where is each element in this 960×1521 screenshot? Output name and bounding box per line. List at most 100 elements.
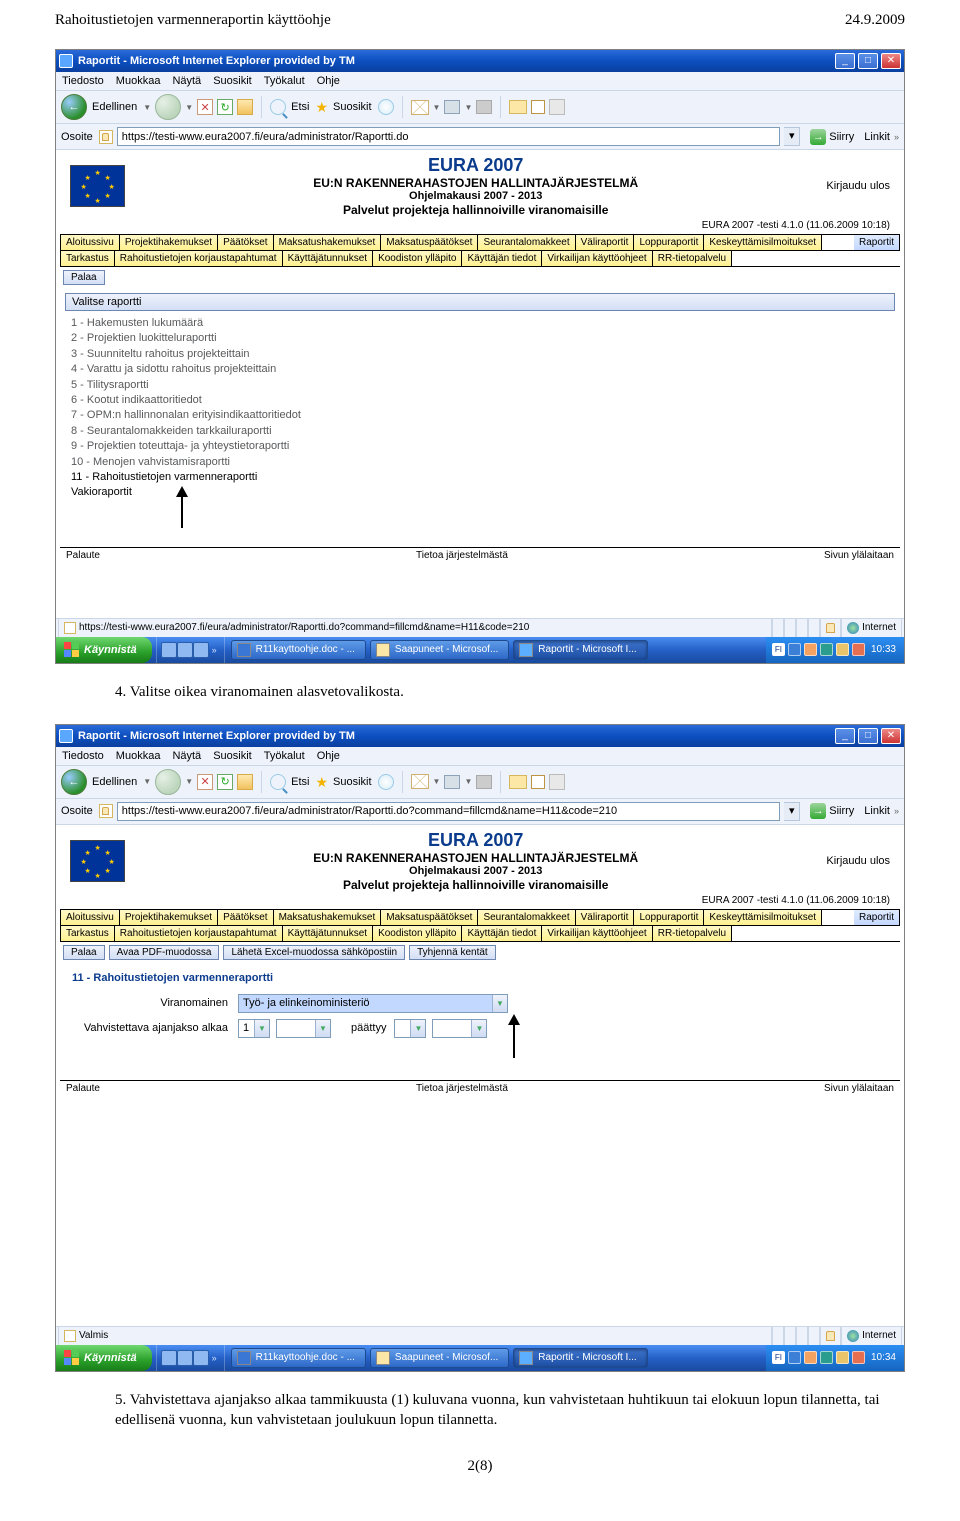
taskbar-button[interactable]: R11kayttoohje.doc - ... [231, 640, 366, 660]
list-item[interactable]: 7 - OPM:n hallinnonalan erityisindikaatt… [71, 408, 895, 423]
menu-item[interactable]: Työkalut [264, 750, 305, 762]
menu-item[interactable]: Muokkaa [116, 750, 161, 762]
clear-fields-button[interactable]: Tyhjennä kentät [409, 945, 496, 960]
minimize-button[interactable]: _ [835, 53, 855, 69]
quicklaunch-icon[interactable] [193, 1350, 209, 1366]
back-dropdown[interactable]: ▼ [143, 777, 151, 786]
tab[interactable]: Keskeyttämisilmoitukset [704, 235, 822, 250]
print-dropdown[interactable]: ▼ [464, 777, 472, 786]
edit-icon[interactable] [476, 100, 492, 114]
notes-icon[interactable] [531, 775, 545, 789]
year-end-select[interactable]: ▼ [432, 1019, 487, 1038]
refresh-icon[interactable]: ↻ [217, 99, 233, 115]
clock[interactable]: 10:33 [871, 644, 896, 655]
tray-icon[interactable] [852, 1351, 865, 1364]
favorites-icon[interactable]: ★ [315, 100, 328, 114]
footer-link[interactable]: Sivun ylälaitaan [824, 550, 894, 561]
menu-item[interactable]: Ohje [317, 750, 340, 762]
tab-active[interactable]: Raportit [854, 910, 900, 925]
mail-icon[interactable] [411, 774, 429, 789]
menu-item[interactable]: Työkalut [264, 75, 305, 87]
misc-icon[interactable] [549, 99, 565, 115]
menu-item[interactable]: Suosikit [213, 75, 252, 87]
mail-icon[interactable] [411, 100, 429, 115]
history-icon[interactable] [378, 774, 394, 790]
tab[interactable]: Aloitussivu [60, 910, 120, 925]
list-item-current[interactable]: 11 - Rahoitustietojen varmenneraportti [71, 470, 895, 485]
tab[interactable]: Maksatushakemukset [274, 910, 382, 925]
back-link[interactable]: Palaa [63, 945, 105, 960]
tab[interactable]: Maksatuspäätökset [381, 910, 478, 925]
print-icon[interactable] [444, 100, 460, 114]
favorites-label[interactable]: Suosikit [333, 101, 372, 113]
stop-icon[interactable]: ✕ [197, 99, 213, 115]
quicklaunch-icon[interactable] [177, 642, 193, 658]
menu-item[interactable]: Näytä [172, 75, 201, 87]
list-item[interactable]: 3 - Suunniteltu rahoitus projekteittain [71, 347, 895, 362]
tab[interactable]: Loppuraportit [634, 910, 704, 925]
edit-icon[interactable] [476, 775, 492, 789]
links-label[interactable]: Linkit [864, 131, 890, 143]
list-item[interactable]: 10 - Menojen vahvistamisraportti [71, 455, 895, 470]
forward-dropdown[interactable]: ▼ [185, 103, 193, 112]
search-label[interactable]: Etsi [291, 776, 309, 788]
footer-link[interactable]: Palaute [66, 1083, 100, 1094]
tab[interactable]: Käyttäjän tiedot [462, 251, 542, 266]
print-icon[interactable] [444, 775, 460, 789]
menu-item[interactable]: Tiedosto [62, 750, 104, 762]
tab[interactable]: Projektihakemukset [120, 910, 218, 925]
vakio-link[interactable]: Vakioraportit [71, 485, 895, 500]
menu-item[interactable]: Tiedosto [62, 75, 104, 87]
start-button[interactable]: Käynnistä [56, 637, 152, 663]
tab[interactable]: Seurantalomakkeet [478, 235, 575, 250]
favorites-label[interactable]: Suosikit [333, 776, 372, 788]
maximize-button[interactable]: □ [858, 728, 878, 744]
tab[interactable]: Koodiston ylläpito [373, 251, 462, 266]
tab[interactable]: Väliraportit [576, 235, 635, 250]
tab[interactable]: RR-tietopalvelu [653, 251, 732, 266]
quicklaunch-icon[interactable] [193, 642, 209, 658]
home-icon[interactable] [237, 99, 253, 115]
quicklaunch-icon[interactable] [161, 642, 177, 658]
tray-icon[interactable] [836, 1351, 849, 1364]
tray-icon[interactable] [836, 643, 849, 656]
logout-link[interactable]: Kirjaudu ulos [826, 855, 890, 867]
home-icon[interactable] [237, 774, 253, 790]
folder-icon[interactable] [509, 775, 527, 789]
favorites-icon[interactable]: ★ [315, 775, 328, 789]
tray-icon[interactable] [820, 643, 833, 656]
menu-item[interactable]: Suosikit [213, 750, 252, 762]
go-label[interactable]: Siirry [829, 805, 854, 817]
tray-icon[interactable] [804, 643, 817, 656]
list-item[interactable]: 9 - Projektien toteuttaja- ja yhteystiet… [71, 439, 895, 454]
send-excel-button[interactable]: Lähetä Excel-muodossa sähköpostiin [223, 945, 405, 960]
address-dropdown[interactable]: ▾ [784, 802, 800, 821]
mail-dropdown[interactable]: ▼ [433, 103, 441, 112]
back-button[interactable]: ← [61, 769, 87, 795]
tab[interactable]: Virkailijan käyttöohjeet [542, 926, 652, 941]
search-icon[interactable] [270, 774, 286, 790]
tray-icon[interactable] [820, 1351, 833, 1364]
tab[interactable]: Tarkastus [60, 926, 115, 941]
tab-active[interactable]: Raportit [854, 235, 900, 250]
stop-icon[interactable]: ✕ [197, 774, 213, 790]
tab[interactable]: Tarkastus [60, 251, 115, 266]
year-begin-select[interactable]: ▼ [276, 1019, 331, 1038]
go-label[interactable]: Siirry [829, 131, 854, 143]
tab[interactable]: Keskeyttämisilmoitukset [704, 910, 822, 925]
search-icon[interactable] [270, 99, 286, 115]
tab[interactable]: Käyttäjätunnukset [283, 251, 374, 266]
mail-dropdown[interactable]: ▼ [433, 777, 441, 786]
taskbar-button[interactable]: Saapuneet - Microsof... [370, 640, 509, 660]
list-item[interactable]: 4 - Varattu ja sidottu rahoitus projekte… [71, 362, 895, 377]
search-label[interactable]: Etsi [291, 101, 309, 113]
tray-icon[interactable] [852, 643, 865, 656]
tab[interactable]: Päätökset [218, 235, 273, 250]
lang-icon[interactable]: FI [772, 1351, 785, 1364]
authority-select[interactable]: Työ- ja elinkeinoministeriö ▼ [238, 994, 508, 1013]
list-item[interactable]: 2 - Projektien luokitteluraportti [71, 331, 895, 346]
start-button[interactable]: Käynnistä [56, 1345, 152, 1371]
taskbar-button[interactable]: Saapuneet - Microsof... [370, 1348, 509, 1368]
forward-dropdown[interactable]: ▼ [185, 777, 193, 786]
tab[interactable]: Maksatushakemukset [274, 235, 382, 250]
